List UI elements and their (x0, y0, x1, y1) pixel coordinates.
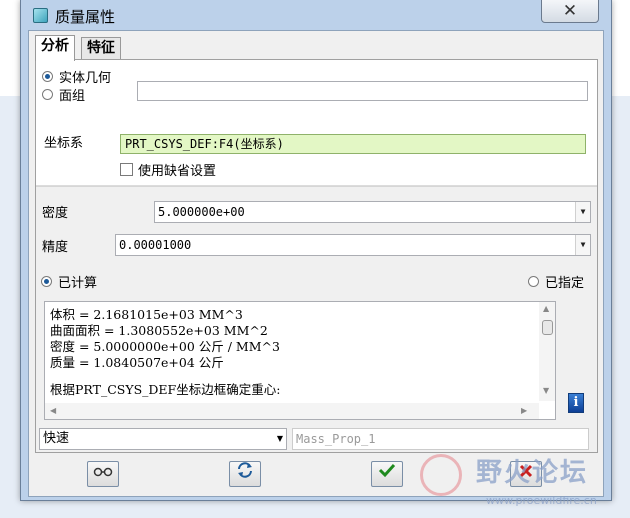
scroll-up-icon[interactable]: ▲ (543, 304, 549, 313)
quilt-selection-field[interactable] (137, 81, 588, 101)
close-button[interactable]: ✕ (541, 0, 599, 23)
tab-analysis-label: 分析 (41, 38, 69, 54)
chevron-down-icon[interactable]: ▼ (575, 202, 590, 222)
accuracy-value: 0.00001000 (119, 238, 192, 252)
calc-mode-combo[interactable]: 快速 ▼ (39, 428, 287, 450)
accuracy-combo[interactable]: 0.00001000 ▼ (115, 234, 591, 256)
solid-geometry-label: 实体几何 (59, 71, 112, 86)
ok-button[interactable] (371, 461, 403, 487)
window-title: 质量属性 (55, 8, 116, 26)
quilt-label: 面组 (59, 89, 86, 104)
accuracy-label: 精度 (42, 240, 69, 255)
density-value: 5.000000e+00 (158, 205, 245, 219)
computed-radio[interactable] (41, 276, 52, 287)
scroll-right-icon[interactable]: ▶ (521, 406, 527, 415)
coordsys-field[interactable]: PRT_CSYS_DEF:F4(坐标系) (120, 134, 586, 154)
info-icon[interactable]: i (568, 393, 584, 413)
tab-feature-label: 特征 (87, 40, 115, 56)
section-divider (36, 186, 597, 187)
watermark: 野火论坛 www.proewildfire.cn (410, 448, 630, 518)
scroll-left-icon[interactable]: ◀ (50, 406, 56, 415)
results-horizontal-scrollbar[interactable]: ◀ ▶ (45, 403, 539, 419)
calc-mode-value: 快速 (43, 431, 70, 446)
result-mass: 质量 = 1.0840507e+04 公斤 (50, 355, 224, 370)
glasses-icon (93, 467, 113, 477)
use-default-checkbox[interactable] (120, 163, 133, 176)
use-default-label: 使用缺省设置 (138, 164, 217, 179)
scroll-down-icon[interactable]: ▼ (543, 386, 549, 395)
repeat-analysis-button[interactable] (229, 461, 261, 487)
assigned-radio[interactable] (528, 276, 539, 287)
watermark-text: 野火论坛 (476, 458, 589, 488)
density-combo[interactable]: 5.000000e+00 ▼ (154, 201, 591, 223)
close-icon: ✕ (562, 1, 578, 21)
title-bar[interactable]: 质量属性 ✕ (21, 0, 611, 30)
tab-feature[interactable]: 特征 (81, 37, 121, 60)
results-textarea[interactable]: 体积 = 2.1681015e+03 MM^3 曲面面积 = 1.3080552… (44, 301, 556, 420)
scroll-thumb[interactable] (542, 320, 553, 335)
dialog-client-area: 分析 特征 实体几何 面组 坐标系 PRT_CSYS_DEF:F4(坐标系) 使… (28, 30, 604, 497)
assigned-label: 已指定 (545, 276, 585, 291)
result-centroid-header: 根据PRT_CSYS_DEF坐标边框确定重心: (50, 382, 281, 397)
preview-button[interactable] (87, 461, 119, 487)
watermark-logo (420, 454, 462, 496)
chevron-down-icon[interactable]: ▼ (277, 429, 283, 449)
watermark-url: www.proewildfire.cn (486, 494, 597, 507)
mass-properties-dialog: 质量属性 ✕ 分析 特征 实体几何 面组 坐标系 PRT_CSYS_DEF:F4… (20, 0, 612, 501)
checkmark-icon (378, 463, 396, 478)
analysis-panel: 实体几何 面组 坐标系 PRT_CSYS_DEF:F4(坐标系) 使用缺省设置 … (35, 59, 598, 453)
tab-analysis[interactable]: 分析 (35, 35, 75, 61)
chevron-down-icon[interactable]: ▼ (575, 235, 590, 255)
coordsys-label: 坐标系 (44, 136, 84, 151)
feature-name-field[interactable]: Mass_Prop_1 (292, 428, 589, 450)
repeat-icon (238, 462, 252, 478)
results-vertical-scrollbar[interactable]: ▲ ▼ (539, 302, 555, 401)
app-icon (33, 8, 48, 23)
solid-geometry-radio[interactable] (42, 71, 53, 82)
density-label: 密度 (42, 206, 69, 221)
quilt-radio[interactable] (42, 89, 53, 100)
computed-label: 已计算 (58, 276, 98, 291)
